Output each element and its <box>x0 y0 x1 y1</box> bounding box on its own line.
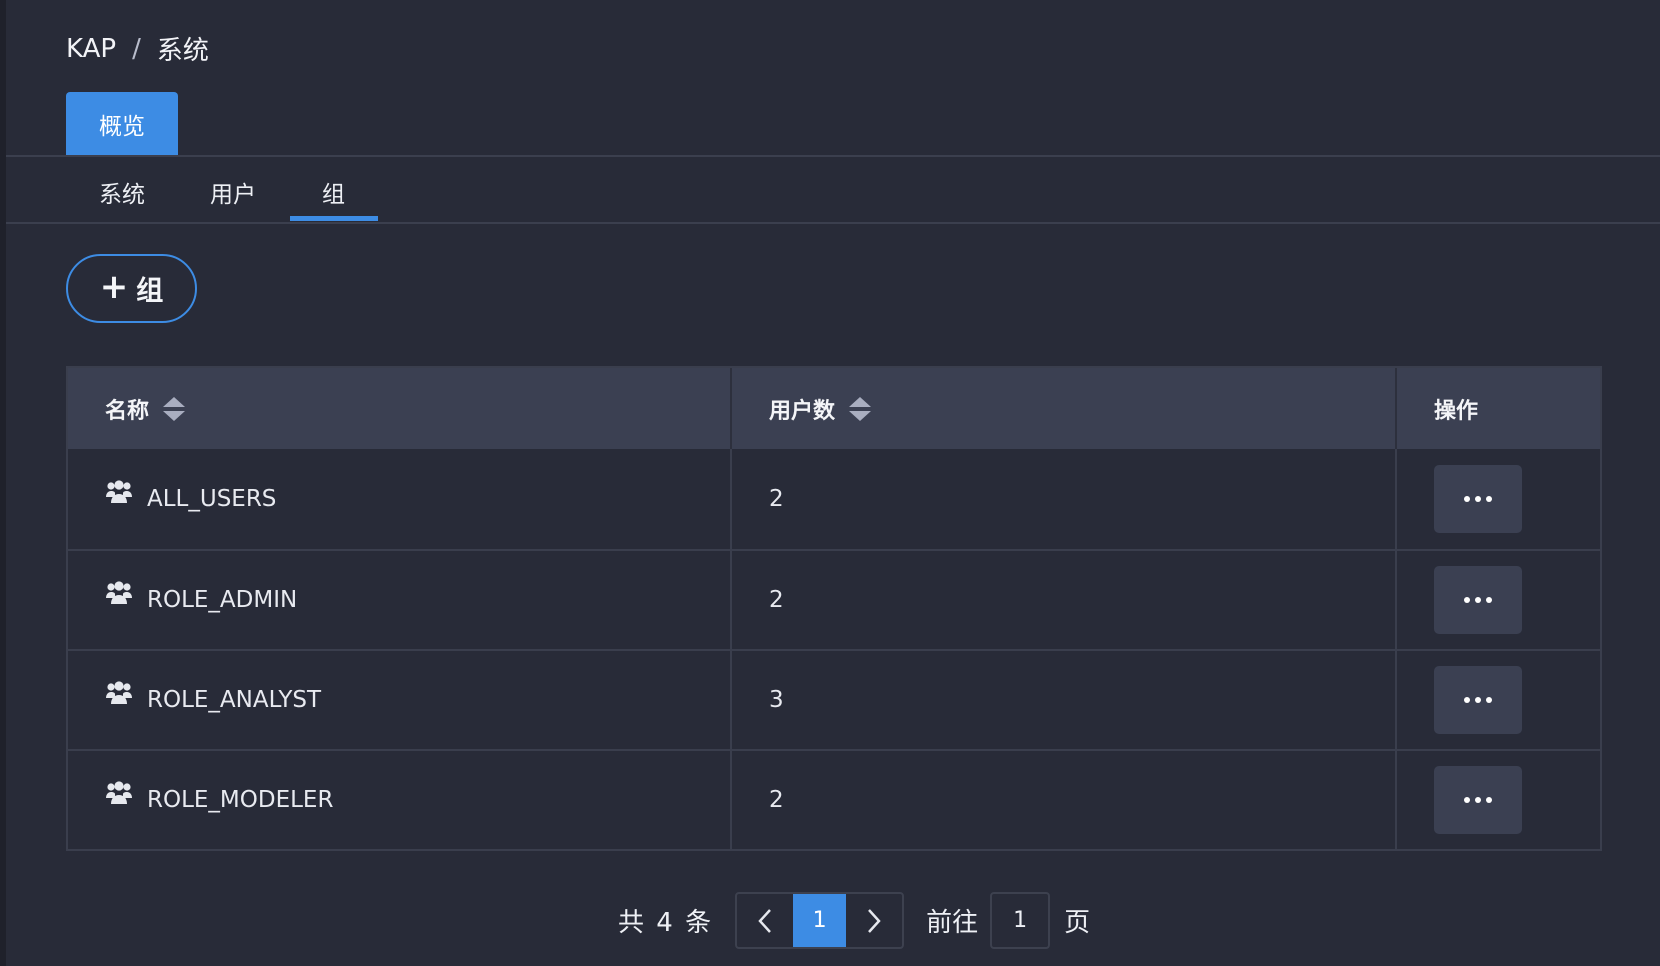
chevron-right-icon <box>868 908 881 933</box>
breadcrumb-current: 系统 <box>156 36 209 66</box>
more-actions-button[interactable] <box>1434 566 1522 634</box>
cell-user-count: 2 <box>732 751 1397 849</box>
group-icon <box>106 781 132 804</box>
divider <box>6 222 1660 224</box>
table-row: ROLE_ADMIN 2 <box>68 549 1600 649</box>
more-actions-button[interactable] <box>1434 666 1522 734</box>
tab-group[interactable]: 组 <box>322 175 345 209</box>
column-header-user-count[interactable]: 用户数 <box>732 368 1397 449</box>
cell-actions <box>1397 651 1600 749</box>
pager: 1 <box>735 892 905 949</box>
group-icon <box>106 581 132 604</box>
groups-table: 名称 用户数 操作 ALL_USERS 2 ROLE_ADMIN 2 ROLE_… <box>66 366 1602 851</box>
plus-icon: + <box>99 267 129 307</box>
cell-name: ALL_USERS <box>68 449 732 549</box>
table-body: ALL_USERS 2 ROLE_ADMIN 2 ROLE_ANALYST 3 … <box>68 449 1600 849</box>
sort-icon[interactable] <box>849 396 872 421</box>
tab-system[interactable]: 系统 <box>99 175 145 209</box>
page-suffix: 页 <box>1064 908 1091 938</box>
group-name: ROLE_MODELER <box>147 787 334 813</box>
cell-name: ROLE_ADMIN <box>68 551 732 649</box>
column-header-name[interactable]: 名称 <box>68 368 732 449</box>
table-row: ROLE_ANALYST 3 <box>68 649 1600 749</box>
goto-label: 前往 <box>926 908 979 938</box>
breadcrumb-separator: / <box>132 33 141 64</box>
cell-user-count: 3 <box>732 651 1397 749</box>
tab-overview[interactable]: 概览 <box>66 92 178 155</box>
total-count: 共 4 条 <box>618 908 714 938</box>
cell-actions <box>1397 551 1600 649</box>
column-header-user-count-label: 用户数 <box>769 398 836 424</box>
group-name: ROLE_ANALYST <box>147 687 322 713</box>
prev-page-button[interactable] <box>737 894 793 947</box>
table-row: ALL_USERS 2 <box>68 449 1600 549</box>
active-tab-indicator <box>290 216 378 221</box>
more-icon <box>1464 496 1470 502</box>
sidebar-edge <box>0 0 6 966</box>
chevron-left-icon <box>758 908 772 933</box>
add-group-label: 组 <box>136 276 164 307</box>
pagination: 共 4 条 1 前往 页 <box>618 892 1090 949</box>
more-actions-button[interactable] <box>1434 766 1522 834</box>
tab-user[interactable]: 用户 <box>210 175 256 209</box>
group-name: ALL_USERS <box>147 486 277 512</box>
cell-actions <box>1397 449 1600 549</box>
column-header-name-label: 名称 <box>105 398 150 424</box>
sub-tabs: 系统 用户 组 <box>6 157 1660 223</box>
group-icon <box>106 480 132 503</box>
more-icon <box>1464 597 1470 603</box>
table-row: ROLE_MODELER 2 <box>68 749 1600 849</box>
cell-user-count: 2 <box>732 449 1397 549</box>
column-header-actions-label: 操作 <box>1434 398 1479 424</box>
page-number-button[interactable]: 1 <box>793 894 847 947</box>
column-header-actions: 操作 <box>1397 368 1600 449</box>
add-group-button[interactable]: + 组 <box>66 254 197 323</box>
more-actions-button[interactable] <box>1434 465 1522 533</box>
cell-user-count: 2 <box>732 551 1397 649</box>
page: KAP / 系统 概览 系统 用户 组 + 组 名称 用户数 操作 ALL_US… <box>0 0 1660 966</box>
cell-name: ROLE_ANALYST <box>68 651 732 749</box>
table-header: 名称 用户数 操作 <box>68 368 1600 449</box>
cell-actions <box>1397 751 1600 849</box>
breadcrumb: KAP / 系统 <box>66 30 209 67</box>
more-icon <box>1464 797 1470 803</box>
goto-page-input[interactable] <box>990 892 1051 949</box>
more-icon <box>1464 697 1470 703</box>
group-icon <box>106 681 132 704</box>
breadcrumb-root[interactable]: KAP <box>66 34 116 64</box>
next-page-button[interactable] <box>846 894 902 947</box>
sort-icon[interactable] <box>163 396 186 421</box>
cell-name: ROLE_MODELER <box>68 751 732 849</box>
group-name: ROLE_ADMIN <box>147 587 298 613</box>
